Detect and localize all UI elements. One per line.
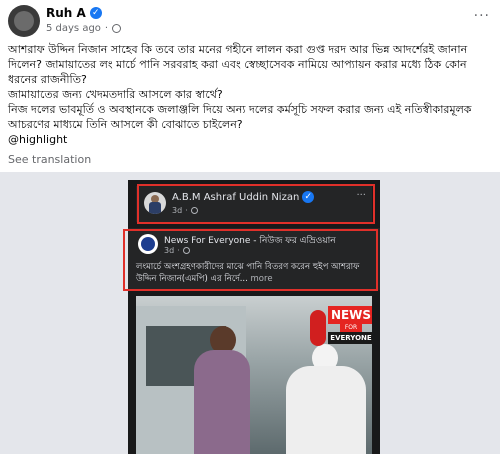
globe-icon bbox=[112, 24, 122, 33]
post-paragraph: জামায়াতের জন্য খেদমতদারি আসলে কার স্বার… bbox=[8, 88, 223, 101]
post-meta: 5 days ago · bbox=[46, 23, 122, 34]
hashtag-link[interactable]: @highlight bbox=[8, 132, 492, 147]
post-time[interactable]: 5 days ago bbox=[46, 23, 101, 34]
news-for-everyone-logo: NEWS FOR EVERYONE bbox=[328, 306, 372, 346]
post-paragraph: আশরাফ উদ্দিন নিজান সাহেব কি তবে তার মনের… bbox=[8, 43, 468, 86]
highlight-box-news bbox=[123, 229, 378, 291]
post-text: আশরাফ উদ্দিন নিজান সাহেব কি তবে তার মনের… bbox=[8, 42, 492, 147]
post-paragraph: নিজ দলের ভাবমূর্তি ও অবস্থানকে জলাঞ্জলি … bbox=[8, 103, 472, 131]
author-name-text[interactable]: Ruh A bbox=[46, 6, 86, 20]
see-translation-link[interactable]: See translation bbox=[8, 153, 91, 166]
facebook-post: Ruh A ✓ 5 days ago · ··· আশরাফ উদ্দিন নি… bbox=[0, 0, 500, 454]
author-name[interactable]: Ruh A ✓ bbox=[46, 6, 102, 20]
verified-badge-icon: ✓ bbox=[89, 7, 102, 19]
person-image bbox=[286, 366, 366, 454]
microphone-icon bbox=[310, 310, 326, 346]
person-image bbox=[194, 350, 250, 454]
author-avatar[interactable] bbox=[8, 5, 40, 37]
news-photo: NEWS FOR EVERYONE bbox=[136, 296, 372, 454]
more-options-icon[interactable]: ··· bbox=[474, 8, 490, 24]
highlight-box-profile bbox=[137, 184, 375, 224]
